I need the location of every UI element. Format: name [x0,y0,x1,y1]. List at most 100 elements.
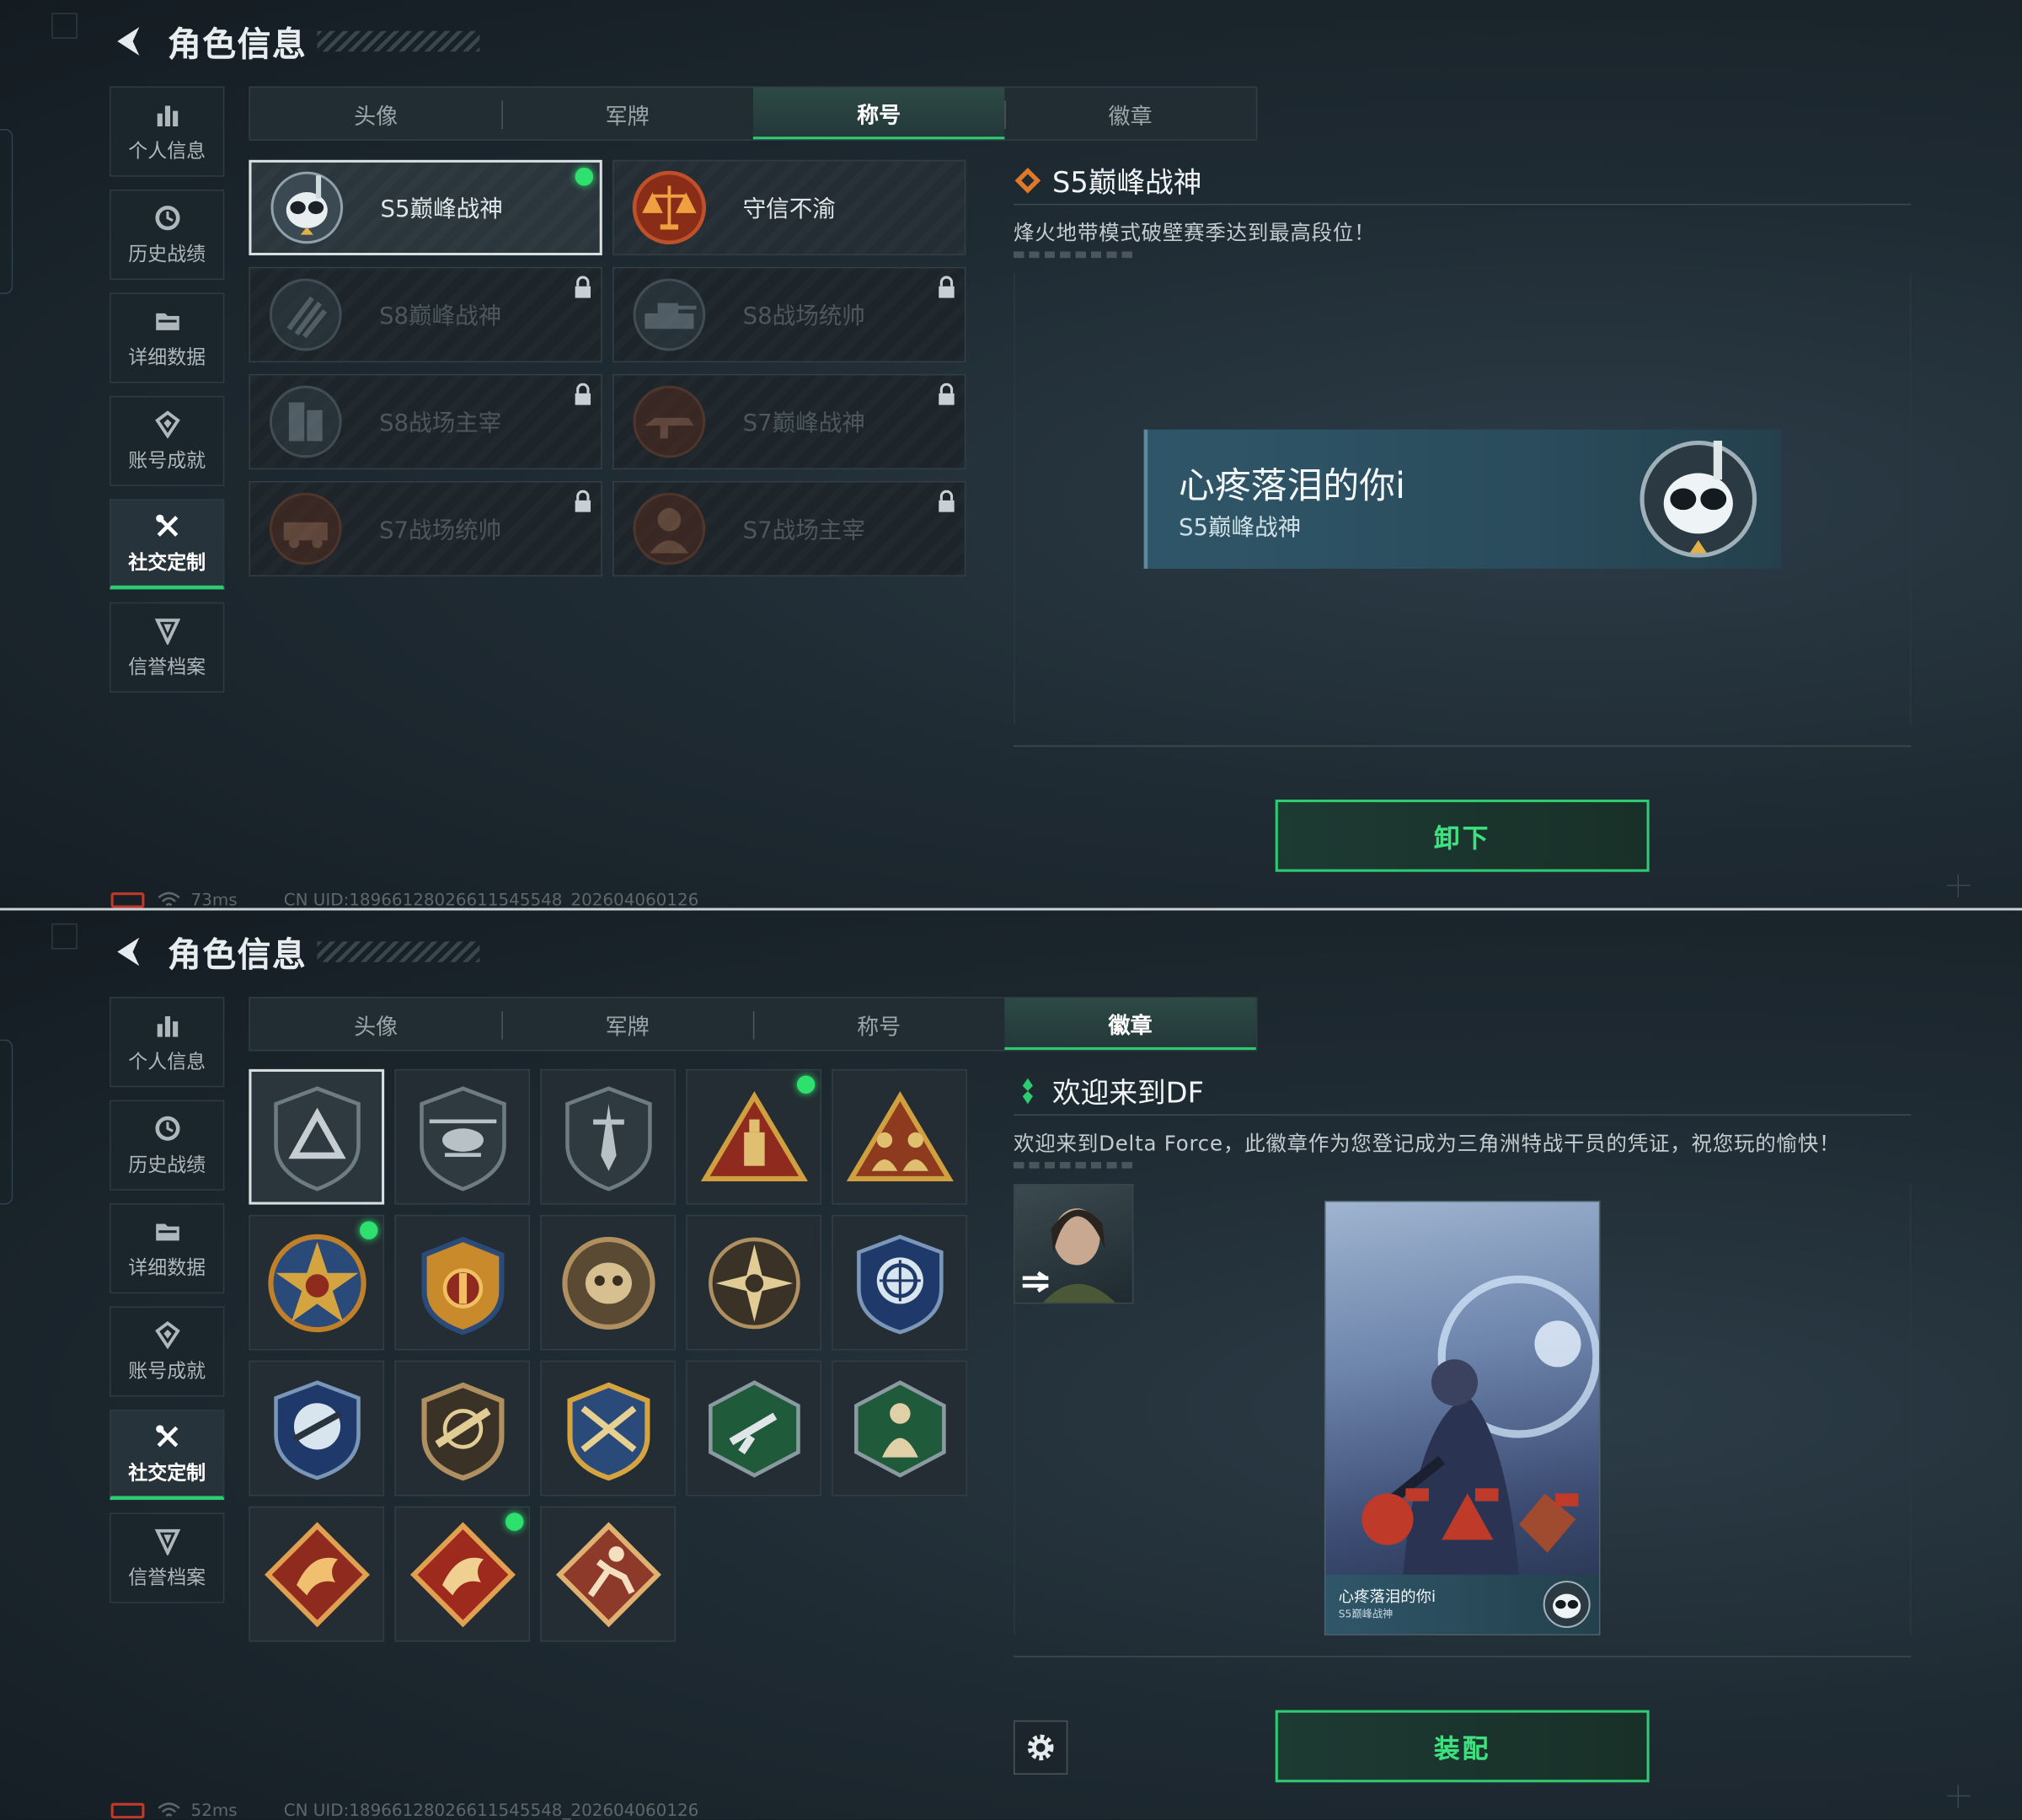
title-card[interactable]: 守信不渝 [612,159,966,256]
soldier-emblem-icon [629,489,709,569]
sidebar-item-history[interactable]: 历史战绩 [110,189,225,281]
badge-cell[interactable] [832,1068,967,1205]
operator-artwork-icon [1361,1275,1599,1576]
tab-avatar[interactable]: 头像 [250,998,501,1050]
squad-triangle-badge-icon [846,1090,954,1181]
achievement-icon [152,1320,181,1349]
sidebar-item-label: 社交定制 [128,549,206,574]
tab-dogtag[interactable]: 军牌 [501,998,752,1050]
edge-handle[interactable] [0,129,13,294]
sidebar-item-label: 信誉档案 [128,1565,206,1588]
crosshair-marker [1947,874,1971,898]
tab-dogtag[interactable]: 军牌 [501,88,752,139]
edge-handle[interactable] [0,1039,13,1205]
namecard-preview: 心疼落泪的你i S5巅峰战神 [1143,429,1781,569]
detail-panel: S5巅峰战神 烽火地带模式破壁赛季达到最高段位！ [1014,160,1912,259]
sidebar-item-achievements[interactable]: 账号成就 [110,1306,225,1397]
title-card[interactable]: S7巅峰战神 [612,373,966,470]
title-decoration [317,941,480,962]
divider [1014,745,1912,747]
header: 角色信息 [111,929,480,975]
corner-marker [51,923,78,950]
title-name: S7战场统帅 [378,517,502,544]
skull-diver-emblem-icon [1631,432,1765,566]
divider [1014,203,1912,206]
badge-cell[interactable] [394,1068,531,1205]
wifi-icon [158,891,181,909]
title-card[interactable]: S8战场统帅 [612,266,966,363]
badge-cell[interactable] [540,1360,677,1496]
lock-icon [936,276,956,300]
badge-cell[interactable] [832,1214,967,1351]
sidebar-item-label: 账号成就 [128,447,206,472]
rifle-shield-badge-icon [420,1381,504,1480]
badge-cell[interactable] [249,1360,385,1496]
battery-icon [110,1802,145,1819]
title-card[interactable]: S8巅峰战神 [249,266,602,363]
badge-cell[interactable] [686,1214,821,1351]
sidebar-item-details[interactable]: 详细数据 [110,1203,225,1294]
title-card[interactable]: S7战场主宰 [612,480,966,577]
stripes-emblem-icon [265,275,345,355]
settings-button[interactable] [1014,1720,1068,1775]
detail-description: 欢迎来到Delta Force，此徽章作为您登记成为三角洲特战干员的凭证，祝您玩… [1014,1131,1841,1156]
page-title: 角色信息 [167,24,308,64]
sidebar-item-label: 详细数据 [128,1255,206,1279]
sidebar-item-profile[interactable]: 个人信息 [110,86,225,177]
sidebar-item-social[interactable]: 社交定制 [110,1409,225,1501]
dragon-badge-icon [264,1521,370,1627]
decoration-strip [1014,1162,1137,1169]
badge-cell[interactable] [249,1506,385,1642]
badge-preview-card: 心疼落泪的你i S5巅峰战神 [1324,1200,1601,1635]
achievement-icon [152,410,181,439]
title-card[interactable]: S8战场主宰 [249,373,602,470]
badge-cell[interactable] [540,1214,677,1351]
title-card[interactable]: S5巅峰战神 [249,159,602,256]
folder-icon [152,307,181,335]
sidebar-item-credit[interactable]: 信誉档案 [110,1512,225,1603]
badge-cell[interactable] [832,1360,967,1496]
badge-cell[interactable] [686,1068,821,1205]
badge-cell[interactable] [394,1360,531,1496]
tab-badge[interactable]: 徽章 [1004,998,1256,1050]
title-name: S7巅峰战神 [742,410,865,437]
title-decoration [317,30,480,52]
back-arrow-icon[interactable] [111,934,147,970]
green-hex-soldier-badge-icon [853,1379,945,1477]
badge-cell[interactable] [540,1506,677,1642]
green-hex-gun-badge-icon [708,1379,800,1477]
sidebar: 个人信息 历史战绩 详细数据 账号成就 社交定制 信誉档案 [110,997,225,1616]
title-card[interactable]: S7战场统帅 [249,480,602,577]
badge-cell[interactable] [394,1506,531,1642]
dagger-shield-badge-icon [564,1085,651,1191]
sidebar-item-profile[interactable]: 个人信息 [110,997,225,1088]
tab-avatar[interactable]: 头像 [250,88,501,139]
tab-title[interactable]: 称号 [752,88,1005,140]
sidebar-item-credit[interactable]: 信誉档案 [110,602,225,693]
tab-badge[interactable]: 徽章 [1004,88,1255,139]
lock-icon [936,490,956,514]
diamond-icon [1014,166,1042,195]
back-arrow-icon[interactable] [111,24,147,60]
lock-icon [573,276,593,300]
badge-grid [249,1068,967,1642]
equipped-indicator [505,1512,524,1531]
equip-button[interactable]: 装配 [1275,1710,1650,1783]
wifi-icon [158,1801,181,1819]
badge-cell[interactable] [249,1214,385,1351]
operator-portrait[interactable] [1014,1184,1134,1304]
dragon-red-badge-icon [409,1521,516,1627]
badge-cell[interactable] [540,1068,677,1205]
unequip-button[interactable]: 卸下 [1275,799,1650,872]
crossed-rifles-badge-icon [566,1381,650,1480]
sidebar-item-details[interactable]: 详细数据 [110,292,225,383]
badge-cell[interactable] [249,1068,385,1205]
badge-cell[interactable] [686,1360,821,1496]
sidebar-item-social[interactable]: 社交定制 [110,499,225,590]
shield-arrow-icon [152,616,181,645]
sidebar-item-achievements[interactable]: 账号成就 [110,395,225,487]
sidebar-item-history[interactable]: 历史战绩 [110,1100,225,1191]
title-name: S5巅峰战神 [380,195,503,223]
badge-cell[interactable] [394,1214,531,1351]
tab-title[interactable]: 称号 [752,998,1004,1050]
